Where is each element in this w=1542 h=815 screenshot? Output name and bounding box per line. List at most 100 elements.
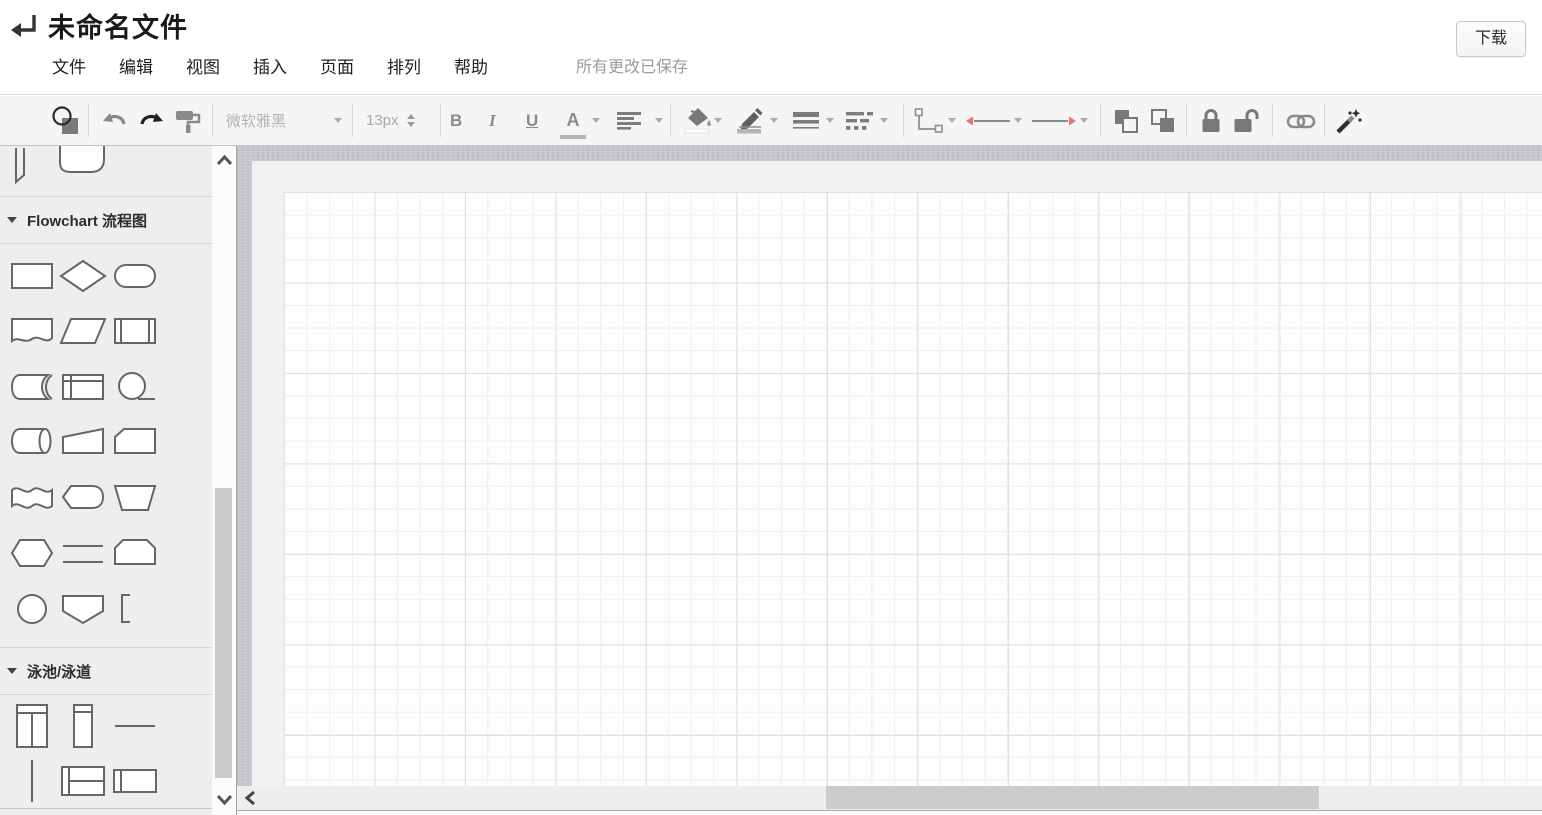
bold-button[interactable]: B [450, 96, 462, 145]
separator [1186, 104, 1187, 137]
menu-item-视图[interactable]: 视图 [186, 54, 220, 82]
shape-divided-process[interactable] [58, 526, 110, 582]
shape-display[interactable] [58, 470, 110, 526]
horizontal-scrollbar[interactable] [237, 786, 1542, 810]
font-color-dropdown[interactable] [592, 96, 600, 145]
separator [1324, 104, 1325, 137]
drawing-grid[interactable] [284, 192, 1542, 786]
shape-divider-horizontal[interactable] [109, 698, 161, 753]
divider [0, 694, 212, 695]
shape-manual-input[interactable] [58, 415, 110, 471]
font-color-swatch [560, 135, 586, 139]
shape-terminator[interactable] [109, 248, 161, 304]
pool-shape-grid [6, 698, 161, 808]
line-start-marker-icon[interactable] [964, 96, 1012, 145]
menu-item-排列[interactable]: 排列 [387, 54, 421, 82]
shape-parallelogram[interactable] [58, 304, 110, 360]
menu-item-页面[interactable]: 页面 [320, 54, 354, 82]
shape-loop-limit[interactable] [109, 526, 161, 582]
shape-lane-horizontal[interactable] [109, 753, 161, 808]
shape-preparation[interactable] [6, 526, 58, 582]
back-arrow-icon[interactable] [8, 10, 40, 42]
connector-style-dropdown[interactable] [948, 96, 956, 145]
shape-connector[interactable] [6, 581, 58, 637]
font-family-select[interactable]: 微软雅黑 [226, 96, 342, 145]
shape-direct-access-storage[interactable] [6, 415, 58, 471]
section-header-pool[interactable]: 泳池/泳道 [0, 648, 212, 694]
header-bar: 未命名文件 文件 编辑 视图 插入 页面 排列 帮助 所有更改已保存 下载 [0, 0, 1542, 95]
menu-bar: 文件 编辑 视图 插入 页面 排列 帮助 [52, 54, 488, 82]
shape-picker-icon[interactable] [50, 96, 82, 145]
magic-wand-icon[interactable] [1334, 96, 1362, 145]
shape-lane-vertical[interactable] [58, 698, 110, 753]
lock-icon[interactable] [1198, 96, 1224, 145]
separator [440, 104, 441, 137]
link-icon[interactable] [1286, 96, 1316, 145]
underline-button[interactable]: U [526, 96, 538, 145]
fill-color-icon[interactable] [682, 96, 714, 145]
italic-button[interactable]: I [489, 96, 496, 145]
scroll-up-icon[interactable] [216, 154, 233, 168]
align-dropdown[interactable] [655, 96, 663, 145]
shape-annotation-bracket[interactable] [109, 581, 161, 637]
shape-paper-tape[interactable] [6, 470, 58, 526]
format-painter-icon[interactable] [174, 96, 202, 145]
diagram-editor-app: 未命名文件 文件 编辑 视图 插入 页面 排列 帮助 所有更改已保存 下载 [0, 0, 1542, 815]
scrollbar-thumb[interactable] [826, 786, 1319, 809]
menu-item-文件[interactable]: 文件 [52, 54, 86, 82]
shape-partial-list[interactable] [8, 146, 56, 189]
section-header-flowchart[interactable]: Flowchart 流程图 [0, 197, 212, 243]
scroll-down-icon[interactable] [216, 792, 233, 806]
menu-item-编辑[interactable]: 编辑 [119, 54, 153, 82]
scrollbar-thumb[interactable] [215, 488, 232, 778]
line-color-icon[interactable] [734, 96, 766, 145]
sidebar-scrollbar[interactable] [212, 146, 236, 815]
shape-decision[interactable] [58, 248, 110, 304]
shape-card[interactable] [109, 415, 161, 471]
connector-style-icon[interactable] [913, 96, 945, 145]
separator [212, 104, 213, 137]
chevron-down-icon [334, 118, 342, 123]
line-end-marker-dropdown[interactable] [1080, 96, 1088, 145]
line-weight-dropdown[interactable] [826, 96, 834, 145]
separator [1272, 104, 1273, 137]
shape-pool-horizontal[interactable] [58, 753, 110, 808]
align-icon[interactable] [616, 96, 644, 145]
shape-palette-sidebar: Flowchart 流程图 泳池/泳道 [0, 146, 212, 815]
shape-sequential-access[interactable] [109, 359, 161, 415]
send-to-back-icon[interactable] [1149, 96, 1177, 145]
bring-to-front-icon[interactable] [1112, 96, 1140, 145]
redo-icon[interactable] [138, 96, 166, 145]
font-color-button[interactable]: A [560, 96, 586, 145]
format-toolbar: 微软雅黑 13px B I U A [0, 96, 1542, 146]
font-size-stepper[interactable]: 13px [366, 96, 415, 145]
line-weight-icon[interactable] [792, 96, 820, 145]
divider [0, 243, 212, 244]
shape-rectangle[interactable] [6, 248, 58, 304]
line-end-marker-icon[interactable] [1030, 96, 1078, 145]
line-style-icon[interactable] [845, 96, 875, 145]
download-button[interactable]: 下载 [1456, 21, 1526, 57]
scroll-left-icon[interactable] [243, 789, 259, 807]
unlock-icon[interactable] [1232, 96, 1262, 145]
line-start-marker-dropdown[interactable] [1014, 96, 1022, 145]
save-status: 所有更改已保存 [576, 54, 688, 82]
shape-pool-vertical[interactable] [6, 698, 58, 753]
shape-predefined-process[interactable] [109, 304, 161, 360]
fill-color-dropdown[interactable] [714, 96, 722, 145]
shape-document[interactable] [6, 304, 58, 360]
shape-off-page-connector[interactable] [58, 581, 110, 637]
spinner-arrows-icon[interactable] [407, 114, 415, 127]
shape-manual-operation[interactable] [109, 470, 161, 526]
menu-item-插入[interactable]: 插入 [253, 54, 287, 82]
shape-partial-rounded-rect[interactable] [58, 146, 106, 189]
document-title[interactable]: 未命名文件 [48, 6, 188, 45]
line-style-dropdown[interactable] [880, 96, 888, 145]
flowchart-shape-grid [6, 248, 161, 637]
shape-internal-storage[interactable] [58, 359, 110, 415]
menu-item-帮助[interactable]: 帮助 [454, 54, 488, 82]
line-color-dropdown[interactable] [770, 96, 778, 145]
undo-icon[interactable] [100, 96, 128, 145]
shape-stored-data[interactable] [6, 359, 58, 415]
shape-divider-vertical[interactable] [6, 753, 58, 808]
